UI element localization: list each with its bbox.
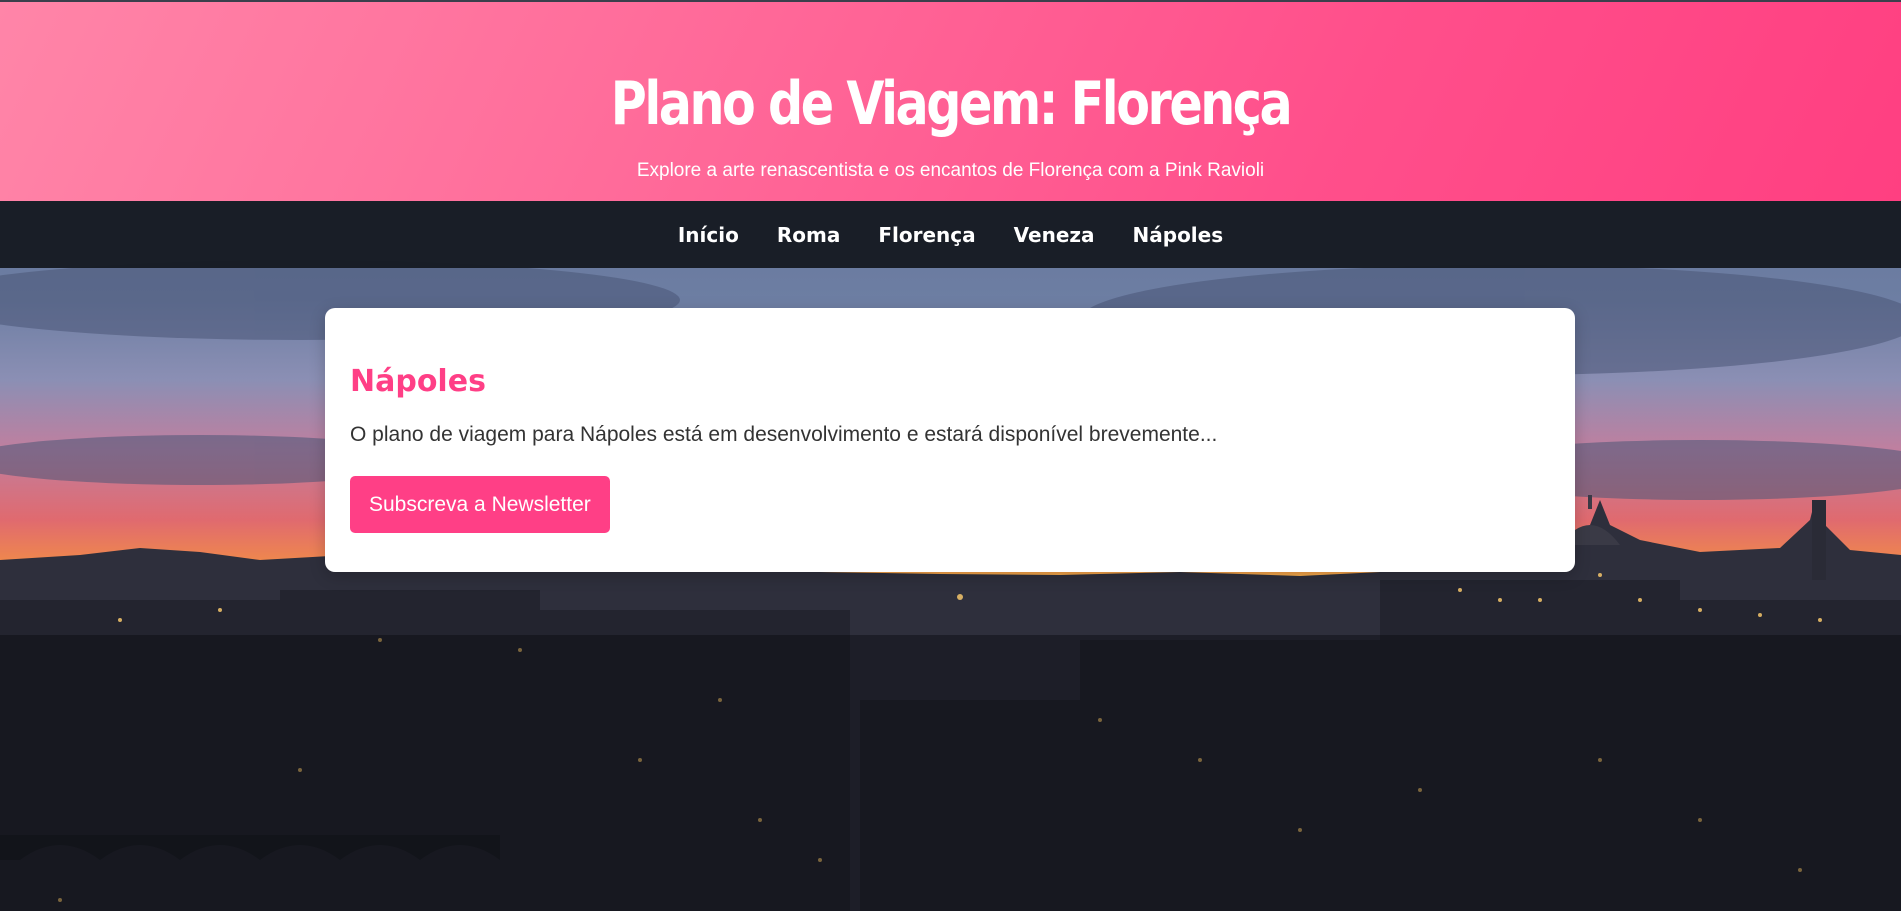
card-title: Nápoles — [350, 364, 486, 399]
nav-item-roma[interactable]: Roma — [777, 223, 840, 247]
subscribe-newsletter-button[interactable]: Subscreva a Newsletter — [350, 476, 610, 533]
page-title: Plano de Viagem: Florença — [610, 69, 1293, 139]
nav-item-veneza[interactable]: Veneza — [1014, 223, 1095, 247]
nav-item-napoles[interactable]: Nápoles — [1133, 223, 1224, 247]
page-subtitle: Explore a arte renascentista e os encant… — [636, 160, 1265, 181]
site-header: Plano de Viagem: Florença Explore a arte… — [0, 2, 1901, 201]
content-card: Nápoles O plano de viagem para Nápoles e… — [325, 308, 1575, 572]
nav-item-inicio[interactable]: Início — [678, 223, 739, 247]
main-nav: Início Roma Florença Veneza Nápoles — [0, 201, 1901, 268]
nav-item-florenca[interactable]: Florença — [878, 223, 975, 247]
card-text: O plano de viagem para Nápoles está em d… — [350, 423, 1218, 446]
